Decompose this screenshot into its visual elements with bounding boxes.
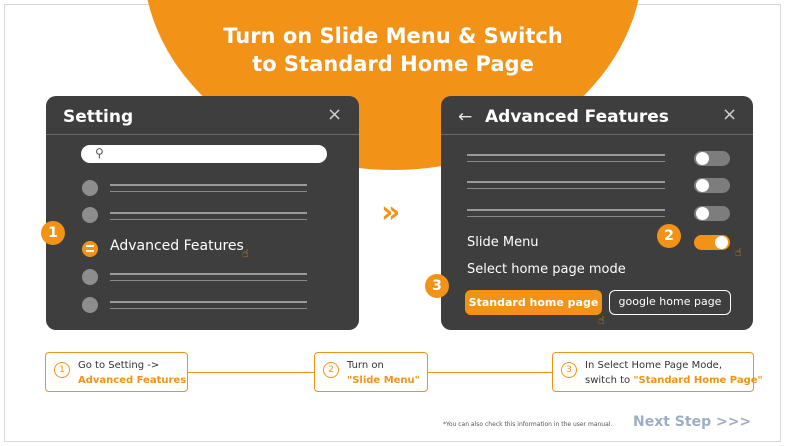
step-3-box: 3 In Select Home Page Mode, switch to "S… [552, 352, 763, 392]
setting-item-line [110, 308, 307, 309]
feature-line [467, 209, 665, 211]
setting-title: Setting [63, 107, 134, 127]
feature-line [467, 161, 665, 162]
close-icon[interactable]: × [722, 104, 737, 125]
setting-item-dot[interactable] [82, 207, 98, 223]
pointing-hand-icon: ☝ [735, 246, 742, 259]
setting-item-line [110, 212, 307, 214]
feature-line [467, 154, 665, 156]
step-text: Turn on "Slide Menu" [347, 360, 420, 386]
feature-toggle[interactable] [694, 178, 730, 193]
feature-line [467, 216, 665, 217]
setting-panel: Setting × ⚲ Advanced Features ☝ [46, 96, 359, 330]
setting-item-dot[interactable] [82, 180, 98, 196]
footnote: *You can also check this information in … [443, 421, 613, 428]
step-number: 1 [54, 362, 70, 378]
setting-item-line [110, 191, 307, 192]
page-title: Turn on Slide Menu & Switch to Standard … [223, 24, 563, 76]
back-arrow-icon[interactable]: ← [458, 107, 472, 127]
step-2-box: 2 Turn on "Slide Menu" [314, 352, 428, 392]
step-1-badge: 1 [41, 221, 65, 245]
step-number: 3 [561, 362, 577, 378]
step-text: In Select Home Page Mode, switch to "Sta… [585, 360, 763, 386]
step-text: Go to Setting -> Advanced Features [78, 360, 187, 386]
next-step-link[interactable]: Next Step >>> [633, 414, 751, 430]
setting-item-dot[interactable] [82, 297, 98, 313]
divider [441, 134, 753, 135]
step-connector [188, 372, 314, 373]
pointing-hand-icon: ☝ [242, 247, 249, 260]
feature-toggle[interactable] [694, 206, 730, 221]
setting-item-line [110, 280, 307, 281]
slide-menu-label: Slide Menu [467, 235, 539, 250]
close-icon[interactable]: × [327, 104, 342, 125]
slide-menu-toggle[interactable] [694, 235, 730, 250]
double-chevron-right-icon: » [381, 195, 401, 230]
search-input[interactable]: ⚲ [81, 145, 327, 163]
step-2-badge: 2 [657, 224, 681, 248]
setting-item-line [110, 301, 307, 303]
setting-item-dot[interactable] [82, 269, 98, 285]
search-icon: ⚲ [95, 146, 104, 160]
pointing-hand-icon: ☝ [598, 314, 605, 327]
step-connector [428, 372, 552, 373]
advanced-features-title: Advanced Features [485, 107, 669, 127]
standard-home-page-button[interactable]: Standard home page [465, 290, 602, 315]
setting-item-line [110, 184, 307, 186]
setting-item-line [110, 219, 307, 220]
step-1-box: 1 Go to Setting -> Advanced Features [45, 352, 188, 392]
advanced-features-icon [82, 241, 98, 257]
advanced-features-panel: ← Advanced Features × Slide Menu ☝ Selec… [441, 96, 753, 330]
step-number: 2 [323, 362, 339, 378]
google-home-page-button[interactable]: google home page [609, 290, 731, 315]
select-home-mode-label: Select home page mode [467, 262, 626, 277]
advanced-features-item[interactable]: Advanced Features [110, 238, 244, 254]
feature-toggle[interactable] [694, 151, 730, 166]
feature-line [467, 181, 665, 183]
divider [46, 134, 359, 135]
setting-item-line [110, 273, 307, 275]
feature-line [467, 188, 665, 189]
step-3-badge: 3 [425, 274, 449, 298]
